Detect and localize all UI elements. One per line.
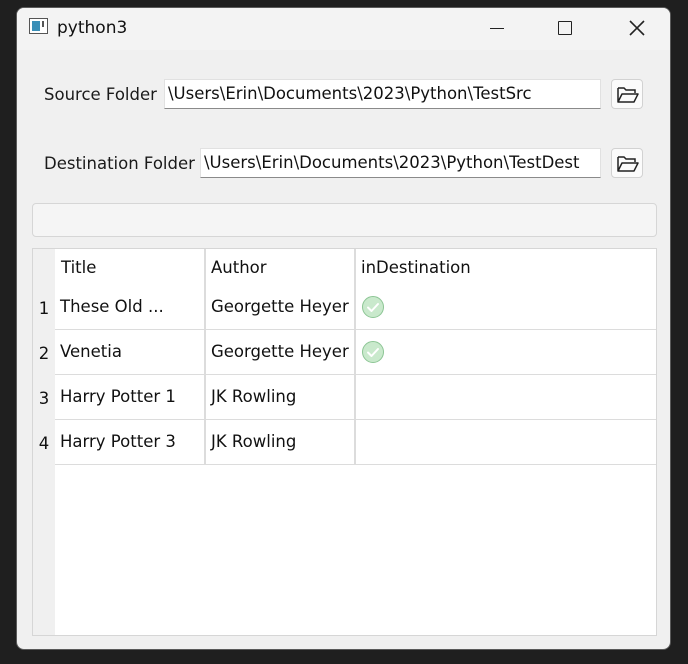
maximize-button[interactable] [537,8,593,48]
app-window: python3 Source Folder \Users\Erin\Docume… [16,7,671,650]
check-circle-icon [362,296,384,318]
row-number[interactable]: 1 [33,285,55,330]
row-number[interactable]: 4 [33,420,55,465]
table-row[interactable]: 2 Venetia Georgette Heyer [33,330,656,375]
row-number[interactable]: 2 [33,330,55,375]
table-corner-button[interactable] [33,249,55,285]
destination-folder-label: Destination Folder [44,154,195,173]
column-header-title[interactable]: Title [55,249,205,285]
destination-browse-button[interactable] [611,148,643,178]
title-cell[interactable]: Harry Potter 1 [55,375,204,420]
close-button[interactable] [609,8,665,48]
minimize-icon [490,28,504,30]
title-cell[interactable]: Venetia [55,330,204,375]
title-bar[interactable]: python3 [17,8,670,50]
row-number[interactable]: 3 [33,375,55,420]
source-browse-button[interactable] [611,79,643,109]
in-destination-cell[interactable] [356,285,656,330]
window-title: python3 [57,18,128,38]
table-row[interactable]: 3 Harry Potter 1 JK Rowling [33,375,656,420]
destination-folder-input[interactable]: \Users\Erin\Documents\2023\Python\TestDe… [200,148,601,178]
author-cell[interactable]: JK Rowling [206,420,354,465]
author-cell[interactable]: Georgette Heyer [206,330,354,375]
books-table[interactable]: Title Author inDestination 1 These Old .… [32,248,657,636]
close-icon [629,20,645,36]
table-row[interactable]: 1 These Old ... Georgette Heyer [33,285,656,330]
source-folder-label: Source Folder [44,85,157,104]
check-circle-icon [362,341,384,363]
title-cell[interactable]: These Old ... [55,285,204,330]
source-folder-input[interactable]: \Users\Erin\Documents\2023\Python\TestSr… [164,79,601,109]
window-app-icon [29,18,48,34]
author-cell[interactable]: JK Rowling [206,375,354,420]
column-header-author[interactable]: Author [205,249,355,285]
folder-open-icon [617,156,639,172]
progress-bar [32,203,657,237]
folder-open-icon [617,87,639,103]
column-header-in-destination[interactable]: inDestination [355,249,656,285]
in-destination-cell[interactable] [356,330,656,375]
in-destination-cell[interactable] [356,375,656,420]
minimize-button[interactable] [469,8,525,48]
in-destination-cell[interactable] [356,420,656,465]
title-cell[interactable]: Harry Potter 3 [55,420,204,465]
table-row[interactable]: 4 Harry Potter 3 JK Rowling [33,420,656,465]
author-cell[interactable]: Georgette Heyer [206,285,354,330]
maximize-icon [558,21,572,35]
